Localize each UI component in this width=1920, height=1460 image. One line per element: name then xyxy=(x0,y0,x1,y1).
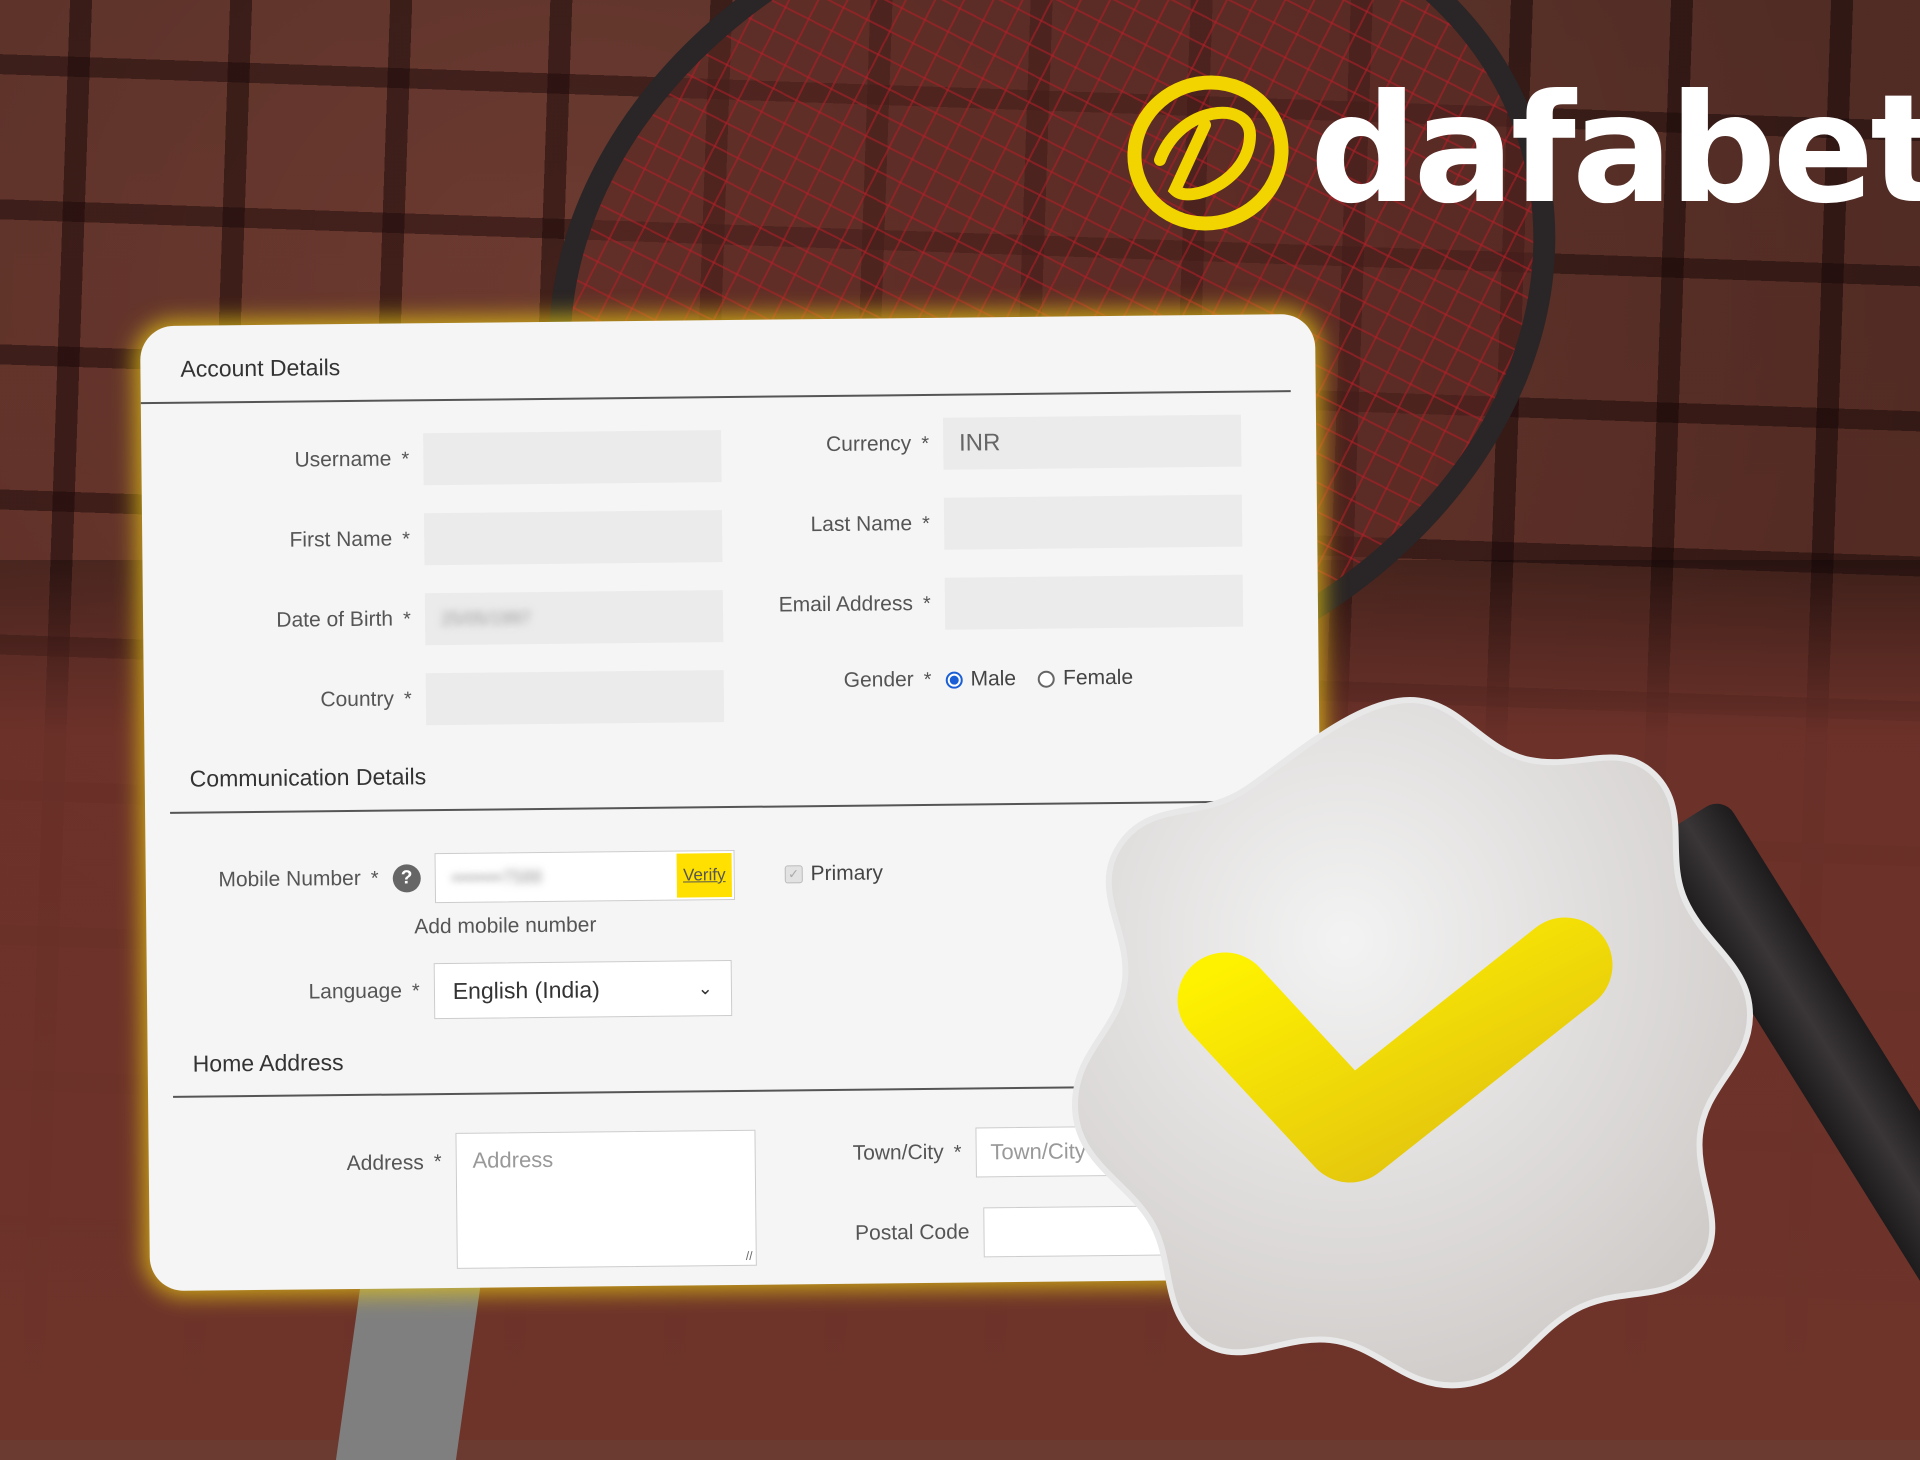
date-of-birth-label: Date of Birth xyxy=(276,607,394,632)
mobile-label: Mobile Number xyxy=(218,866,361,892)
first-name-label: First Name xyxy=(289,527,393,552)
address-textarea[interactable]: Address // xyxy=(455,1129,757,1269)
section-title-account-details: Account Details xyxy=(180,354,341,382)
language-label: Language xyxy=(308,979,403,1004)
field-row-language: Language * English (India) ⌄ xyxy=(187,960,733,1022)
required-marker: * xyxy=(953,1141,962,1164)
required-marker: * xyxy=(433,1151,442,1174)
add-mobile-number-link[interactable]: Add mobile number xyxy=(414,913,596,939)
country-label: Country xyxy=(320,687,395,712)
brand-logo: dafabet xyxy=(1120,65,1920,235)
required-marker: * xyxy=(403,687,412,710)
mobile-value: ••••••••7588 xyxy=(451,866,543,888)
last-name-input[interactable] xyxy=(943,494,1243,550)
required-marker: * xyxy=(921,512,931,535)
username-input[interactable] xyxy=(422,430,722,486)
gender-option-male-label: Male xyxy=(970,667,1017,691)
dafabet-logo-icon xyxy=(1127,75,1289,231)
primary-checkbox[interactable]: ✓ xyxy=(784,865,803,884)
required-marker: * xyxy=(402,607,411,630)
required-marker: * xyxy=(370,867,379,890)
check-badge-icon xyxy=(1071,696,1754,1389)
brand-name: dafabet xyxy=(1310,63,1920,237)
field-row-address: Address * Address // xyxy=(188,1129,757,1272)
field-row-country: Country * xyxy=(184,670,724,728)
required-marker: * xyxy=(921,432,930,455)
field-row-date-of-birth: Date of Birth * 25/05/1997 xyxy=(183,590,724,648)
email-input[interactable] xyxy=(944,574,1243,630)
postal-code-label: Postal Code xyxy=(854,1220,970,1245)
required-marker: * xyxy=(402,527,411,550)
currency-label: Currency xyxy=(825,432,912,457)
chevron-down-icon: ⌄ xyxy=(697,977,713,998)
date-of-birth-input[interactable]: 25/05/1997 xyxy=(424,590,724,646)
email-label: Email Address xyxy=(778,592,914,617)
address-label: Address xyxy=(346,1151,424,1176)
username-label: Username xyxy=(294,447,392,472)
required-marker: * xyxy=(923,668,932,691)
gender-label: Gender xyxy=(843,668,914,692)
required-marker: * xyxy=(401,447,410,470)
language-selected-value: English (India) xyxy=(452,975,600,1004)
country-input[interactable] xyxy=(425,670,724,726)
language-select[interactable]: English (India) ⌄ xyxy=(433,960,733,1020)
section-title-communication-details: Communication Details xyxy=(189,763,427,792)
required-marker: * xyxy=(922,592,931,615)
primary-label: Primary xyxy=(810,861,884,886)
gender-radio-male[interactable] xyxy=(945,671,963,689)
field-row-email: Email Address * xyxy=(703,574,1243,633)
field-row-username: Username * xyxy=(181,430,722,488)
mobile-input[interactable]: ••••••••7588 Verify xyxy=(434,849,735,904)
last-name-label: Last Name xyxy=(810,512,913,537)
field-row-last-name: Last Name * xyxy=(702,494,1243,553)
section-title-home-address: Home Address xyxy=(192,1049,344,1077)
first-name-input[interactable] xyxy=(423,510,723,566)
section-divider xyxy=(140,390,1291,405)
date-of-birth-value: 25/05/1997 xyxy=(440,607,532,629)
field-row-first-name: First Name * xyxy=(182,510,723,568)
verify-button[interactable]: Verify xyxy=(676,853,732,898)
currency-input[interactable]: INR xyxy=(942,414,1242,470)
field-row-currency: Currency * INR xyxy=(701,414,1242,473)
address-placeholder: Address xyxy=(472,1146,554,1173)
field-row-mobile: Mobile Number * ? ••••••••7588 Verify ✓ … xyxy=(186,848,906,906)
help-icon[interactable]: ? xyxy=(392,864,421,893)
required-marker: * xyxy=(411,979,420,1002)
town-city-label: Town/City xyxy=(852,1140,944,1165)
